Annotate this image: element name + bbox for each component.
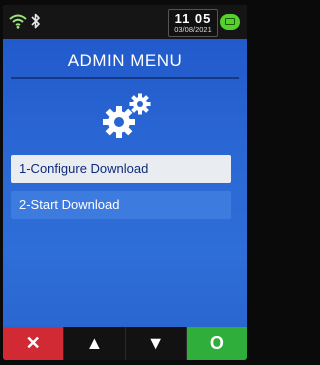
page-title: ADMIN MENU (67, 51, 183, 70)
arrow-down-icon: ▼ (146, 333, 165, 353)
arrow-up-icon: ▲ (85, 333, 104, 353)
close-icon: ✕ (25, 333, 41, 353)
terminal-screen: 11 05 03/08/2021 ADMIN MENU 1-Configure … (3, 5, 247, 360)
status-bar: 11 05 03/08/2021 (3, 5, 247, 39)
down-button[interactable]: ▼ (125, 327, 187, 360)
cancel-button[interactable]: ✕ (3, 327, 65, 360)
menu-item-configure-download[interactable]: 1-Configure Download (11, 155, 231, 183)
ok-icon: O (209, 333, 224, 353)
bluetooth-icon (31, 13, 40, 29)
clock-date: 03/08/2021 (174, 25, 212, 34)
softkey-bar: ✕ ▲ ▼ O (3, 327, 247, 360)
ok-button[interactable]: O (186, 327, 247, 360)
title-divider (11, 77, 239, 79)
menu-item-start-download[interactable]: 2-Start Download (11, 191, 231, 219)
clock: 11 05 03/08/2021 (168, 9, 218, 37)
clock-time: 11 05 (174, 11, 212, 26)
battery-icon (220, 14, 240, 30)
gears-icon (103, 93, 151, 138)
up-button[interactable]: ▲ (64, 327, 126, 360)
wifi-icon (9, 14, 27, 29)
